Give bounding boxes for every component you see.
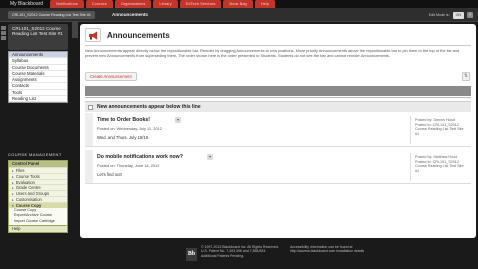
list-header-band <box>85 86 471 96</box>
announcement-body: Let's find out! <box>97 172 122 177</box>
posted-to-course-suffix: #1 <box>415 168 420 173</box>
posted-to-label: Posted to: <box>415 159 432 164</box>
sidebar-collapse-handle[interactable] <box>72 22 78 38</box>
cp-help-link[interactable]: Help <box>9 224 67 232</box>
sidebar-item-reading-list[interactable]: Reading List <box>9 96 67 103</box>
control-panel: Control Panel Files Course Tools Evaluat… <box>8 160 68 233</box>
posted-to-course-name: Course Reading List Test Site <box>415 127 464 132</box>
breadcrumb-current-page: Announcements <box>112 12 148 17</box>
course-menu-tools <box>1 26 7 41</box>
posted-by-label: Posted by: <box>415 155 433 159</box>
my-blackboard-link[interactable]: My Blackboard <box>10 0 43 8</box>
announcement-body: Wed. and Thurs. July 18/19. <box>97 135 150 140</box>
announcement-title[interactable]: Time to Order Books! <box>97 117 150 123</box>
course-menu: Announcements Syllabus Course Documents … <box>8 51 68 104</box>
copyright-text: © 1997-2013 Blackboard Inc. All Rights R… <box>201 245 279 258</box>
drag-handle[interactable] <box>85 150 93 183</box>
posted-by-label: Posted by: <box>415 118 433 122</box>
tab-organisations[interactable]: Organisations <box>114 0 152 8</box>
create-announcement-button[interactable]: Create Announcement <box>85 72 137 81</box>
posted-to-course-name: Course Reading List Test Site <box>415 164 464 169</box>
repositionable-bar-label: New announcements appear below this line <box>97 104 201 110</box>
announcement-date: Posted on: Wednesday, July 11, 2012 <box>97 126 162 131</box>
tab-edtech-services[interactable]: EdTech Services <box>179 0 222 8</box>
course-title-text: CRL101_S2012 Course Reading List Test Si… <box>12 26 63 37</box>
divider <box>410 153 411 181</box>
tree-view-icon[interactable] <box>1 36 6 40</box>
refresh-icon[interactable] <box>1 31 6 35</box>
accessibility-link[interactable]: Accessibility information can be found a… <box>290 245 370 254</box>
select-checkbox[interactable] <box>88 105 93 110</box>
posted-to-course: CRL101_S2012 <box>432 159 459 164</box>
footer: Bb © 1997-2013 Blackboard Inc. All Right… <box>80 240 476 269</box>
announcement-meta: Posted by: Matthew Hood Posted to: CRL10… <box>415 155 469 173</box>
announcement-meta: Posted by: Dennis Hood Posted to: CRL101… <box>415 118 469 136</box>
divider <box>85 45 471 46</box>
edit-mode-toggle[interactable]: ON <box>452 12 464 19</box>
posted-to-course-suffix: #1 <box>415 131 420 136</box>
divider <box>410 116 411 144</box>
sort-icon[interactable]: ⇅ <box>462 72 470 81</box>
page-title: Announcements <box>107 31 170 40</box>
tab-notifications[interactable]: Notifications <box>50 0 84 8</box>
posted-by-name: Matthew Hood <box>433 155 458 159</box>
drag-handle[interactable] <box>85 113 93 146</box>
blackboard-logo: Bb <box>186 248 197 261</box>
course-management-heading: COURSE MANAGEMENT <box>8 152 62 157</box>
course-title[interactable]: CRL101_S2012 Course Reading List Test Si… <box>1 24 68 50</box>
page-help-icon[interactable]: ? <box>467 12 473 18</box>
announcement-date: Posted on: Thursday, June 14, 2012 <box>97 163 160 168</box>
add-menu-item-icon[interactable] <box>1 26 6 30</box>
announcement-title[interactable]: Do mobile notifications work now? <box>97 154 183 160</box>
divider <box>85 97 471 98</box>
top-tabs: Notifications Courses Organisations Libr… <box>50 0 277 8</box>
tab-library[interactable]: Library <box>153 0 178 8</box>
megaphone-icon <box>85 28 101 42</box>
announcement-item[interactable]: Time to Order Books! ▾ Posted on: Wednes… <box>85 113 471 147</box>
posted-to-label: Posted to: <box>415 122 432 127</box>
breadcrumb: CRL101_S2012 Course Reading List Test Si… <box>0 8 478 22</box>
edit-mode-control: Edit Mode is: ON <box>429 11 464 19</box>
posted-to-course: CRL101_S2012 <box>432 122 459 127</box>
chevron-down-icon[interactable]: ▾ <box>175 117 181 123</box>
course-sidebar: CRL101_S2012 Course Reading List Test Si… <box>0 22 72 269</box>
tab-courses[interactable]: Courses <box>85 0 113 8</box>
breadcrumb-course[interactable]: CRL101_S2012 Course Reading List Test Si… <box>8 11 95 19</box>
top-navigation-bar: My Blackboard Notifications Courses Orga… <box>0 0 478 8</box>
content-panel: Announcements New Announcements appear d… <box>80 24 476 238</box>
edit-mode-label: Edit Mode is: <box>428 13 450 17</box>
page-description: New Announcements appear directly below … <box>85 48 459 59</box>
posted-by-name: Dennis Hood <box>433 118 455 122</box>
announcement-item[interactable]: Do mobile notifications work now? ▾ Post… <box>85 150 471 184</box>
tab-book-bag[interactable]: Book Bag <box>223 0 253 8</box>
tab-help[interactable]: Help <box>254 0 276 8</box>
repositionable-bar[interactable]: New announcements appear below this line <box>85 101 471 112</box>
chevron-down-icon[interactable]: ▾ <box>207 154 213 160</box>
